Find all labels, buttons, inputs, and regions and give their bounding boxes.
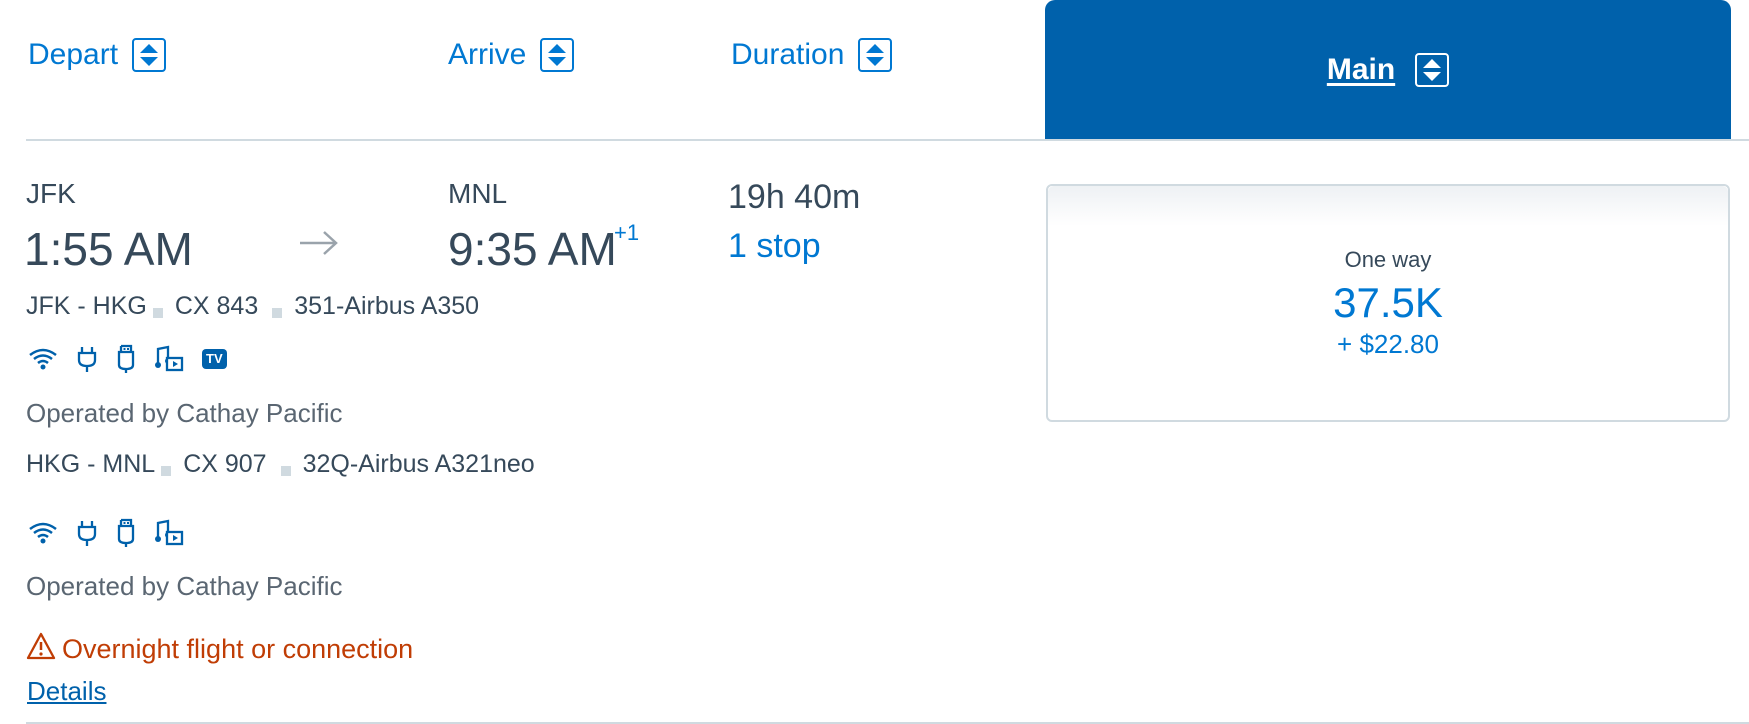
arrive-day-offset: +1	[614, 220, 640, 245]
tv-icon: TV	[202, 349, 227, 369]
separator	[161, 465, 172, 476]
segment-1-amenities: TV	[28, 344, 227, 374]
trip-type: One way	[1344, 246, 1432, 272]
price-miles: 37.5K	[1333, 278, 1443, 326]
segment-route: JFK - HKG	[26, 292, 147, 320]
wifi-icon	[28, 521, 58, 545]
duration-header-label: Duration	[731, 38, 845, 71]
price-fee: + $22.80	[1337, 328, 1439, 359]
sort-duration[interactable]: Duration	[731, 38, 893, 72]
segment-1-operated-by: Operated by Cathay Pacific	[26, 398, 343, 428]
segment-2-operated-by: Operated by Cathay Pacific	[26, 571, 343, 601]
sort-icon[interactable]	[858, 38, 893, 72]
duration-value: 19h 40m	[728, 178, 861, 216]
sort-arrive[interactable]: Arrive	[448, 38, 575, 72]
main-cabin-price-button[interactable]: One way 37.5K + $22.80	[1046, 184, 1730, 422]
sort-icon[interactable]	[132, 38, 167, 72]
card-shade	[1048, 186, 1728, 226]
segment-aircraft: 32Q-Airbus A321neo	[302, 450, 535, 478]
separator	[280, 465, 291, 476]
overnight-warning: Overnight flight or connection	[26, 632, 413, 667]
arrive-header-label: Arrive	[448, 38, 527, 71]
separator	[272, 307, 283, 318]
usb-icon	[116, 518, 136, 548]
segment-aircraft: 351-Airbus A350	[294, 292, 480, 320]
power-icon	[76, 345, 98, 373]
sort-icon[interactable]	[1415, 53, 1450, 87]
entertainment-icon	[154, 519, 184, 547]
arrow-right-icon	[298, 229, 340, 262]
details-link[interactable]: Details	[27, 676, 106, 707]
sort-icon[interactable]	[540, 38, 575, 72]
wifi-icon	[28, 347, 58, 371]
depart-time: 1:55 AM	[24, 223, 193, 275]
depart-header-label: Depart	[28, 38, 119, 71]
warning-text: Overnight flight or connection	[62, 634, 414, 664]
segment-2-amenities	[28, 518, 184, 548]
arrive-time: 9:35 AM	[448, 223, 617, 275]
sort-main-cabin[interactable]: Main	[1045, 0, 1731, 140]
separator	[152, 307, 163, 318]
segment-flight-number: CX 843	[174, 292, 259, 320]
main-header-label[interactable]: Main	[1327, 53, 1395, 87]
header-divider	[26, 139, 1749, 141]
power-icon	[76, 519, 98, 547]
sort-depart[interactable]: Depart	[28, 38, 167, 72]
segment-route: HKG - MNL	[26, 450, 156, 478]
stops-link[interactable]: 1 stop	[728, 227, 821, 266]
segment-1-info: JFK - HKG CX 843 351-Airbus A350	[26, 292, 479, 321]
segment-flight-number: CX 907	[183, 450, 267, 478]
entertainment-icon	[154, 345, 184, 373]
origin-code: JFK	[26, 178, 76, 209]
segment-2-info: HKG - MNL CX 907 32Q-Airbus A321neo	[26, 450, 535, 479]
warning-icon	[26, 632, 56, 667]
usb-icon	[116, 344, 136, 374]
dest-code: MNL	[448, 178, 508, 209]
